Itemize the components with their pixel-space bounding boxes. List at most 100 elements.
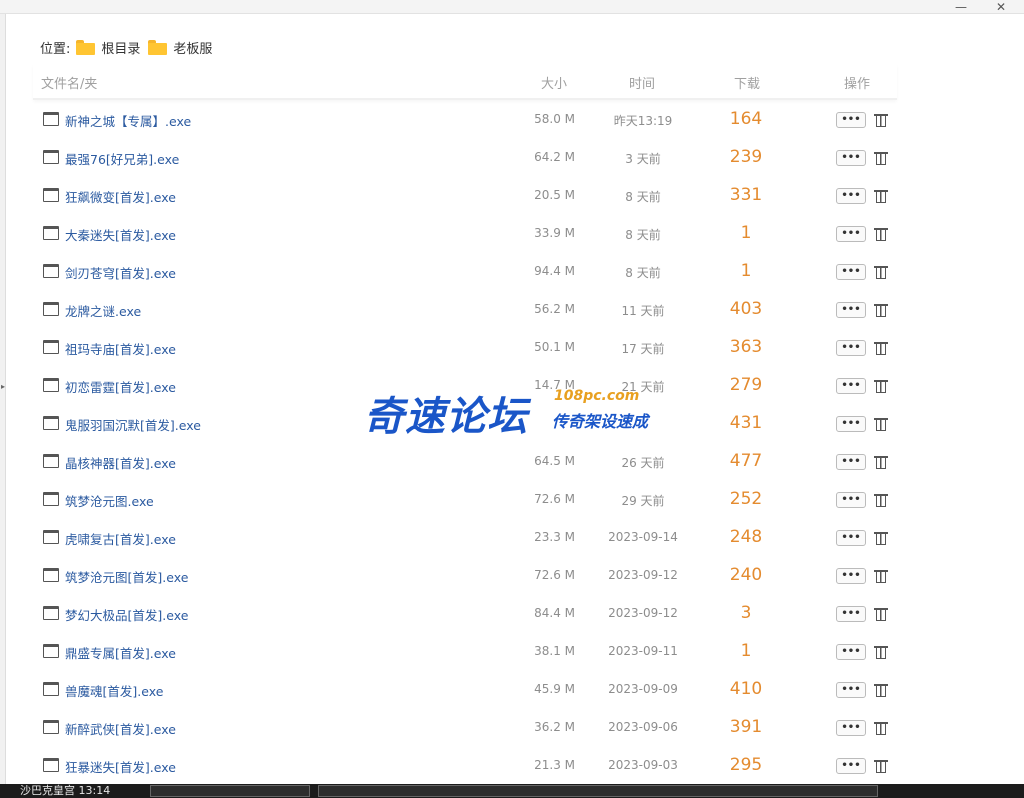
close-button[interactable]: ✕ [996, 0, 1006, 14]
download-count: 403 [729, 299, 763, 319]
file-time: 2023-09-11 [608, 644, 678, 658]
breadcrumb-root[interactable]: 根目录 [101, 38, 140, 57]
exe-file-icon [43, 188, 59, 202]
exe-file-icon [43, 606, 59, 620]
table-row[interactable]: 兽魔魂[首发].exe 45.9 M 2023-09-09 410 ••• [33, 671, 897, 709]
header-time[interactable]: 时间 [629, 73, 655, 92]
more-actions-button[interactable]: ••• [836, 568, 866, 584]
file-name-link[interactable]: 大秦迷失[首发].exe [65, 225, 176, 244]
trash-icon[interactable] [874, 682, 888, 697]
trash-icon[interactable] [874, 264, 888, 279]
left-scroll-edge[interactable]: ▸ [0, 14, 6, 784]
trash-icon[interactable] [874, 720, 888, 735]
table-row[interactable]: 梦幻大极品[首发].exe 84.4 M 2023-09-12 3 ••• [33, 595, 897, 633]
table-row[interactable]: 筑梦沧元图[首发].exe 72.6 M 2023-09-12 240 ••• [33, 557, 897, 595]
more-actions-button[interactable]: ••• [836, 606, 866, 622]
breadcrumb-current[interactable]: 老板服 [173, 38, 212, 57]
taskbar-slot[interactable] [150, 785, 310, 797]
file-name-link[interactable]: 最强76[好兄弟].exe [65, 149, 179, 168]
table-row[interactable]: 最强76[好兄弟].exe 64.2 M 3 天前 239 ••• [33, 139, 897, 177]
more-actions-button[interactable]: ••• [836, 302, 866, 318]
table-row[interactable]: 龙牌之谜.exe 56.2 M 11 天前 403 ••• [33, 291, 897, 329]
more-actions-button[interactable]: ••• [836, 492, 866, 508]
exe-file-icon [43, 568, 59, 582]
file-size: 72.6 M [534, 492, 575, 506]
trash-icon[interactable] [874, 378, 888, 393]
more-actions-button[interactable]: ••• [836, 378, 866, 394]
trash-icon[interactable] [874, 492, 888, 507]
download-count: 477 [729, 451, 763, 471]
table-row[interactable]: 晶核神器[首发].exe 64.5 M 26 天前 477 ••• [33, 443, 897, 481]
more-actions-button[interactable]: ••• [836, 530, 866, 546]
file-size: 94.4 M [534, 264, 575, 278]
trash-icon[interactable] [874, 188, 888, 203]
file-time: 昨天13:19 [613, 114, 673, 128]
download-count: 1 [740, 223, 752, 243]
file-name-link[interactable]: 筑梦沧元图[首发].exe [65, 567, 188, 586]
trash-icon[interactable] [874, 112, 888, 127]
collapse-arrow-icon[interactable]: ▸ [1, 382, 5, 391]
table-row[interactable]: 剑刃苍穹[首发].exe 94.4 M 8 天前 1 ••• [33, 253, 897, 291]
header-actions: 操作 [844, 77, 871, 92]
download-count: 410 [729, 679, 763, 699]
header-size[interactable]: 大小 [541, 73, 567, 92]
file-name-link[interactable]: 虎啸复古[首发].exe [65, 529, 176, 548]
more-actions-button[interactable]: ••• [836, 758, 866, 774]
trash-icon[interactable] [874, 226, 888, 241]
file-name-link[interactable]: 鼎盛专属[首发].exe [65, 643, 176, 662]
trash-icon[interactable] [874, 606, 888, 621]
more-actions-button[interactable]: ••• [836, 264, 866, 280]
file-size: 21.3 M [534, 758, 575, 772]
more-actions-button[interactable]: ••• [836, 454, 866, 470]
more-actions-button[interactable]: ••• [836, 112, 866, 128]
table-row[interactable]: 新醉武侠[首发].exe 36.2 M 2023-09-06 391 ••• [33, 709, 897, 747]
more-actions-button[interactable]: ••• [836, 226, 866, 242]
table-row[interactable]: 筑梦沧元图.exe 72.6 M 29 天前 252 ••• [33, 481, 897, 519]
file-name-link[interactable]: 筑梦沧元图.exe [65, 491, 154, 510]
file-name-link[interactable]: 狂飙微变[首发].exe [65, 187, 176, 206]
table-row[interactable]: 新神之城【专属】.exe 58.0 M 昨天13:19 164 ••• [33, 101, 897, 139]
file-name-link[interactable]: 梦幻大极品[首发].exe [65, 605, 188, 624]
header-downloads[interactable]: 下载 [734, 73, 760, 92]
more-actions-button[interactable]: ••• [836, 644, 866, 660]
table-row[interactable]: 虎啸复古[首发].exe 23.3 M 2023-09-14 248 ••• [33, 519, 897, 557]
more-actions-button[interactable]: ••• [836, 416, 866, 432]
trash-icon[interactable] [874, 454, 888, 469]
minimize-button[interactable]: — [955, 0, 967, 14]
file-name-link[interactable]: 龙牌之谜.exe [65, 301, 141, 320]
file-name-link[interactable]: 鬼服羽国沉默[首发].exe [65, 415, 201, 434]
table-row[interactable]: 大秦迷失[首发].exe 33.9 M 8 天前 1 ••• [33, 215, 897, 253]
trash-icon[interactable] [874, 340, 888, 355]
taskbar-slot[interactable] [318, 785, 878, 797]
file-name-link[interactable]: 晶核神器[首发].exe [65, 453, 176, 472]
more-actions-button[interactable]: ••• [836, 720, 866, 736]
trash-icon[interactable] [874, 416, 888, 431]
file-name-link[interactable]: 新醉武侠[首发].exe [65, 719, 176, 738]
file-name-link[interactable]: 初恋雷霆[首发].exe [65, 377, 176, 396]
download-count: 331 [729, 185, 763, 205]
file-name-link[interactable]: 新神之城【专属】.exe [65, 111, 191, 130]
more-actions-button[interactable]: ••• [836, 188, 866, 204]
trash-icon[interactable] [874, 530, 888, 545]
download-count: 295 [729, 755, 763, 775]
taskbar-label[interactable]: 沙巴克皇宫 13:14 [20, 784, 110, 798]
breadcrumb-label: 位置: [40, 41, 71, 57]
exe-file-icon [43, 112, 59, 126]
table-row[interactable]: 祖玛寺庙[首发].exe 50.1 M 17 天前 363 ••• [33, 329, 897, 367]
file-name-link[interactable]: 兽魔魂[首发].exe [65, 681, 163, 700]
file-name-link[interactable]: 祖玛寺庙[首发].exe [65, 339, 176, 358]
file-name-link[interactable]: 狂暴迷失[首发].exe [65, 757, 176, 776]
more-actions-button[interactable]: ••• [836, 682, 866, 698]
trash-icon[interactable] [874, 758, 888, 773]
trash-icon[interactable] [874, 644, 888, 659]
table-row[interactable]: 狂暴迷失[首发].exe 21.3 M 2023-09-03 295 ••• [33, 747, 897, 785]
trash-icon[interactable] [874, 568, 888, 583]
more-actions-button[interactable]: ••• [836, 340, 866, 356]
trash-icon[interactable] [874, 150, 888, 165]
more-actions-button[interactable]: ••• [836, 150, 866, 166]
table-row[interactable]: 鼎盛专属[首发].exe 38.1 M 2023-09-11 1 ••• [33, 633, 897, 671]
table-row[interactable]: 狂飙微变[首发].exe 20.5 M 8 天前 331 ••• [33, 177, 897, 215]
file-name-link[interactable]: 剑刃苍穹[首发].exe [65, 263, 176, 282]
header-name[interactable]: 文件名/夹 [41, 73, 97, 92]
trash-icon[interactable] [874, 302, 888, 317]
